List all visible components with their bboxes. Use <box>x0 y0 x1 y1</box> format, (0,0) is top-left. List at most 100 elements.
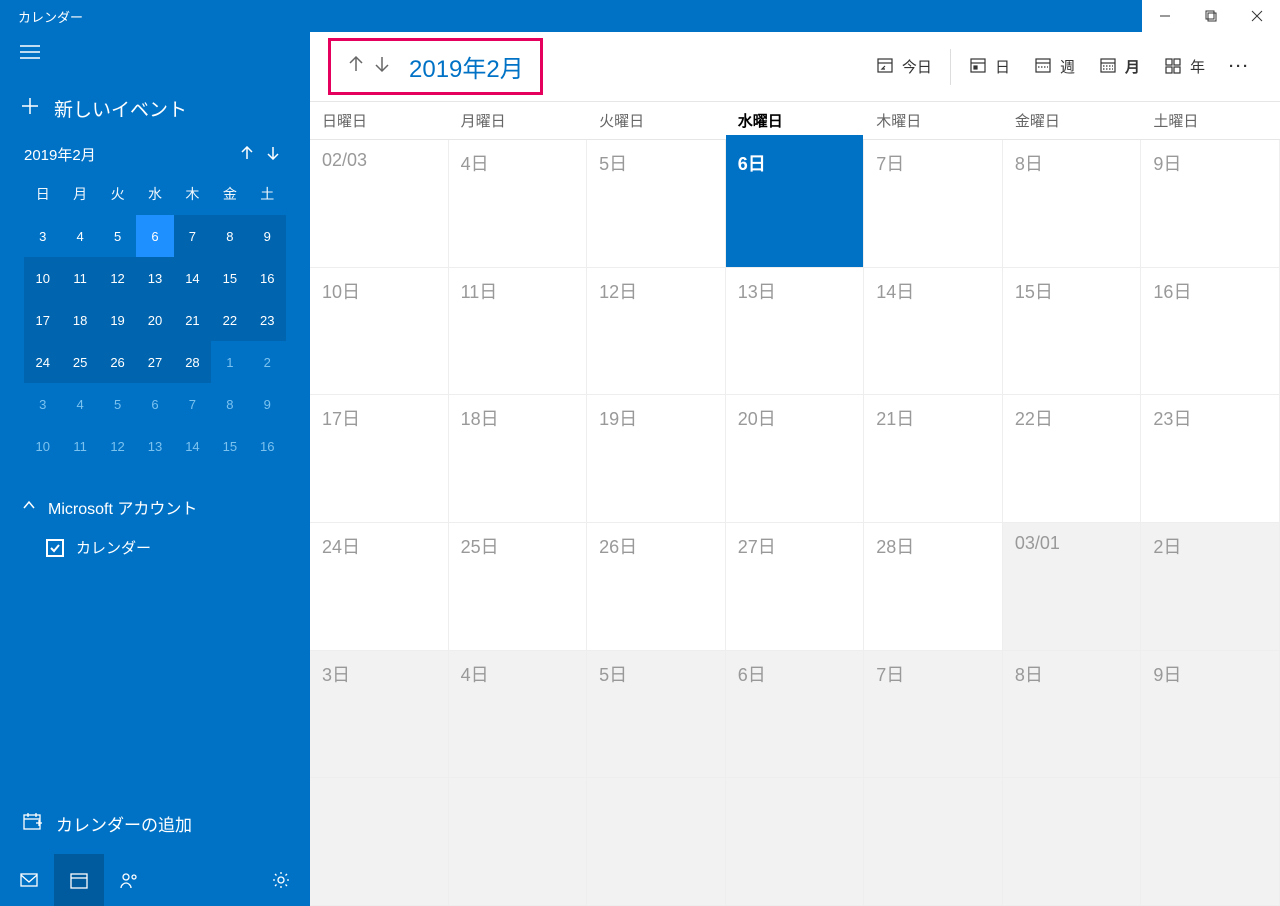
mini-day-cell[interactable]: 4 <box>61 383 98 425</box>
mini-day-cell[interactable]: 8 <box>211 383 248 425</box>
mini-day-cell[interactable]: 16 <box>249 257 286 299</box>
day-cell[interactable]: 24日 <box>310 523 449 651</box>
new-event-button[interactable]: 新しいイベント <box>0 77 310 140</box>
day-cell[interactable] <box>587 778 726 906</box>
mini-day-cell[interactable]: 24 <box>24 341 61 383</box>
mini-day-cell[interactable]: 3 <box>24 383 61 425</box>
month-view-button[interactable]: 月 <box>1087 48 1152 86</box>
mini-prev-button[interactable] <box>234 146 260 164</box>
mini-day-cell[interactable]: 2 <box>249 341 286 383</box>
day-cell[interactable]: 5日 <box>587 140 726 268</box>
day-cell[interactable]: 23日 <box>1141 395 1280 523</box>
mini-day-cell[interactable]: 9 <box>249 383 286 425</box>
more-button[interactable]: ··· <box>1217 50 1262 83</box>
day-cell[interactable]: 17日 <box>310 395 449 523</box>
mini-day-cell[interactable]: 14 <box>174 257 211 299</box>
next-month-button[interactable] <box>373 55 391 78</box>
day-view-button[interactable]: 日 <box>957 48 1022 86</box>
mini-day-cell[interactable]: 6 <box>136 215 173 257</box>
mini-day-cell[interactable]: 16 <box>249 425 286 467</box>
day-cell[interactable] <box>449 778 588 906</box>
day-cell[interactable]: 15日 <box>1003 268 1142 396</box>
mini-day-cell[interactable]: 4 <box>61 215 98 257</box>
mini-day-cell[interactable]: 23 <box>249 299 286 341</box>
day-cell[interactable]: 26日 <box>587 523 726 651</box>
settings-button[interactable] <box>256 854 306 906</box>
mini-day-cell[interactable]: 12 <box>99 257 136 299</box>
day-cell[interactable]: 8日 <box>1003 651 1142 779</box>
day-cell[interactable]: 3日 <box>310 651 449 779</box>
mini-day-cell[interactable]: 9 <box>249 215 286 257</box>
minimize-button[interactable] <box>1142 0 1188 32</box>
day-cell[interactable]: 9日 <box>1141 651 1280 779</box>
mini-day-cell[interactable]: 26 <box>99 341 136 383</box>
mini-day-cell[interactable]: 15 <box>211 425 248 467</box>
day-cell[interactable]: 28日 <box>864 523 1003 651</box>
day-cell[interactable] <box>864 778 1003 906</box>
mini-day-cell[interactable]: 12 <box>99 425 136 467</box>
month-title[interactable]: 2019年2月 <box>409 49 524 84</box>
day-cell[interactable]: 7日 <box>864 140 1003 268</box>
mini-day-cell[interactable]: 22 <box>211 299 248 341</box>
day-cell[interactable]: 7日 <box>864 651 1003 779</box>
mini-day-cell[interactable]: 21 <box>174 299 211 341</box>
day-cell[interactable] <box>726 778 865 906</box>
day-cell[interactable] <box>310 778 449 906</box>
day-cell[interactable] <box>1003 778 1142 906</box>
account-header[interactable]: Microsoft アカウント <box>22 495 288 519</box>
day-cell[interactable]: 13日 <box>726 268 865 396</box>
day-cell[interactable]: 18日 <box>449 395 588 523</box>
day-cell[interactable]: 4日 <box>449 651 588 779</box>
day-cell[interactable]: 10日 <box>310 268 449 396</box>
day-cell[interactable]: 02/03 <box>310 140 449 268</box>
mini-day-cell[interactable]: 3 <box>24 215 61 257</box>
mini-day-cell[interactable]: 17 <box>24 299 61 341</box>
mini-day-cell[interactable]: 20 <box>136 299 173 341</box>
day-cell[interactable]: 2日 <box>1141 523 1280 651</box>
mini-day-cell[interactable]: 11 <box>61 425 98 467</box>
mini-day-cell[interactable]: 27 <box>136 341 173 383</box>
day-cell[interactable]: 5日 <box>587 651 726 779</box>
day-cell[interactable]: 9日 <box>1141 140 1280 268</box>
mini-day-cell[interactable]: 13 <box>136 257 173 299</box>
day-cell[interactable]: 12日 <box>587 268 726 396</box>
mini-day-cell[interactable]: 13 <box>136 425 173 467</box>
mail-button[interactable] <box>4 854 54 906</box>
mini-day-cell[interactable]: 7 <box>174 383 211 425</box>
mini-calendar-title[interactable]: 2019年2月 <box>24 144 96 165</box>
mini-day-cell[interactable]: 6 <box>136 383 173 425</box>
mini-day-cell[interactable]: 19 <box>99 299 136 341</box>
day-cell[interactable]: 25日 <box>449 523 588 651</box>
day-cell[interactable] <box>1141 778 1280 906</box>
mini-day-cell[interactable]: 25 <box>61 341 98 383</box>
calendar-checkbox-item[interactable]: カレンダー <box>22 519 288 558</box>
mini-day-cell[interactable]: 5 <box>99 215 136 257</box>
day-cell[interactable]: 6日 <box>726 140 865 268</box>
day-cell[interactable]: 03/01 <box>1003 523 1142 651</box>
mini-day-cell[interactable]: 10 <box>24 257 61 299</box>
day-cell[interactable]: 4日 <box>449 140 588 268</box>
day-cell[interactable]: 14日 <box>864 268 1003 396</box>
day-cell[interactable]: 20日 <box>726 395 865 523</box>
mini-day-cell[interactable]: 14 <box>174 425 211 467</box>
today-button[interactable]: 今日 <box>864 48 944 86</box>
maximize-button[interactable] <box>1188 0 1234 32</box>
mini-day-cell[interactable]: 18 <box>61 299 98 341</box>
mini-day-cell[interactable]: 1 <box>211 341 248 383</box>
day-cell[interactable]: 16日 <box>1141 268 1280 396</box>
mini-day-cell[interactable]: 5 <box>99 383 136 425</box>
day-cell[interactable]: 6日 <box>726 651 865 779</box>
close-button[interactable] <box>1234 0 1280 32</box>
day-cell[interactable]: 22日 <box>1003 395 1142 523</box>
mini-day-cell[interactable]: 8 <box>211 215 248 257</box>
mini-next-button[interactable] <box>260 146 286 164</box>
mini-day-cell[interactable]: 11 <box>61 257 98 299</box>
day-cell[interactable]: 19日 <box>587 395 726 523</box>
day-cell[interactable]: 8日 <box>1003 140 1142 268</box>
add-calendar-button[interactable]: カレンダーの追加 <box>0 793 310 854</box>
calendar-button[interactable] <box>54 854 104 906</box>
mini-day-cell[interactable]: 15 <box>211 257 248 299</box>
hamburger-button[interactable] <box>0 32 310 77</box>
day-cell[interactable]: 11日 <box>449 268 588 396</box>
people-button[interactable] <box>104 854 154 906</box>
